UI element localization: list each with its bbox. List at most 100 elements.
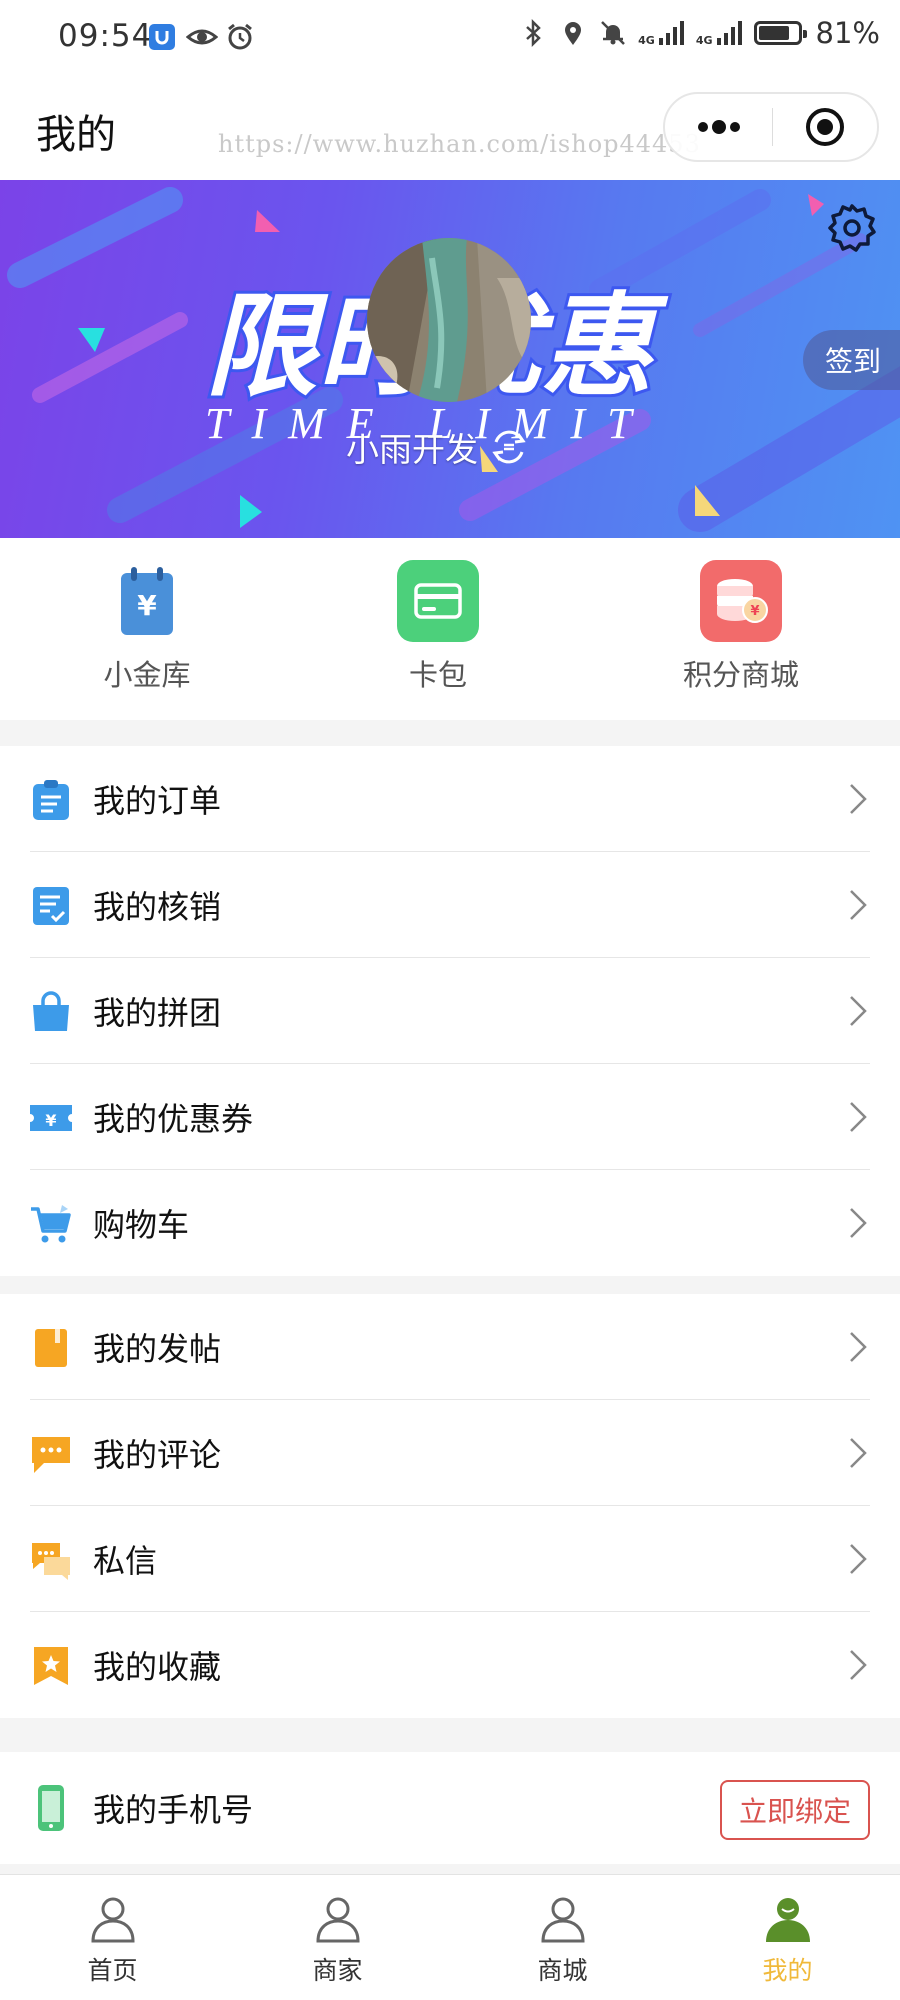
status-bar: 09:54 4G 4G 81% <box>0 0 900 80</box>
menu-row-verification[interactable]: 我的核销 <box>0 852 900 958</box>
svg-text:¥: ¥ <box>750 604 759 619</box>
verification-doc-icon <box>33 887 69 925</box>
bottom-tab-bar: 首页 商家 商城 我的 <box>0 1874 900 2000</box>
eye-icon <box>186 29 218 45</box>
bluetooth-icon <box>526 18 541 48</box>
signal-bars-icon <box>658 21 684 45</box>
tab-home[interactable]: 首页 <box>0 1875 225 2000</box>
network-type-2: 4G <box>695 34 713 47</box>
vault-icon-graphic: ¥ <box>121 567 173 635</box>
quick-entry-card-wallet[interactable]: 卡包 <box>338 560 538 694</box>
avatar[interactable] <box>367 238 531 402</box>
menu-row-group-buy[interactable]: 我的拼团 <box>0 958 900 1064</box>
location-icon <box>565 22 582 45</box>
card-icon-graphic <box>414 583 462 619</box>
chevron-right-icon <box>850 890 867 920</box>
menu-row-phone[interactable]: 我的手机号 立即绑定 <box>0 1752 900 1864</box>
signal-2: 4G <box>696 20 744 46</box>
menu-row-label: 我的评论 <box>93 1436 222 1474</box>
nickname-row[interactable]: 小雨开发 <box>346 423 530 471</box>
page-title: 我的 <box>36 112 116 158</box>
quick-entry-label: 积分商城 <box>682 658 799 692</box>
order-clipboard-icon <box>33 780 69 820</box>
phone-section: 我的手机号 立即绑定 <box>0 1752 900 1864</box>
tab-mine[interactable]: 我的 <box>675 1875 900 2000</box>
tab-label: 商城 <box>537 1956 588 1985</box>
quick-entry-label: 小金库 <box>103 658 191 692</box>
nickname: 小雨开发 <box>346 430 478 469</box>
alarm-icon <box>228 23 252 50</box>
tab-merchant[interactable]: 商家 <box>225 1875 450 2000</box>
mobile-phone-icon <box>38 1785 64 1831</box>
profile-page: 09:54 4G 4G 81% 我的 https://www.huzhan.co… <box>0 0 900 2000</box>
points-mall-icon: ¥ <box>700 560 782 642</box>
chevron-right-icon <box>850 996 867 1026</box>
order-section: 我的订单 我的核销 我的拼团 ¥ 我的优惠券 购物车 <box>0 746 900 1276</box>
checkin-button[interactable]: 签到 <box>803 330 900 390</box>
target-circle-icon <box>806 108 844 146</box>
vault-icon: ¥ <box>106 560 188 642</box>
mall-person-icon <box>540 1897 585 1943</box>
menu-row-label: 我的核销 <box>93 888 222 926</box>
tab-label: 商家 <box>312 1956 363 1985</box>
mute-bell-icon <box>601 21 626 45</box>
menu-row-label: 我的优惠券 <box>93 1100 254 1138</box>
menu-row-private-messages[interactable]: 私信 <box>0 1506 900 1612</box>
status-time: 09:54 <box>58 18 153 54</box>
network-type-1: 4G <box>638 34 655 47</box>
chevron-right-icon <box>850 1438 867 1468</box>
battery-icon <box>753 21 807 45</box>
bind-phone-button[interactable]: 立即绑定 <box>720 1780 870 1840</box>
post-book-icon <box>35 1329 67 1367</box>
battery-percent: 81% <box>815 16 880 50</box>
profile-banner: 限时优惠 TIME LIMIT 小雨开发 <box>0 180 900 538</box>
app-notification-icon <box>149 24 175 50</box>
tab-mall[interactable]: 商城 <box>450 1875 675 2000</box>
community-section: 我的发帖 我的评论 私信 我的收藏 <box>0 1294 900 1718</box>
watermark: https://www.huzhan.com/ishop44453 <box>218 130 701 158</box>
comment-bubble-icon <box>32 1437 70 1473</box>
menu-row-label: 我的订单 <box>93 782 222 820</box>
menu-row-favorites[interactable]: 我的收藏 <box>0 1612 900 1718</box>
menu-row-label: 我的手机号 <box>93 1791 254 1829</box>
signal-bars-icon <box>716 21 742 45</box>
favorite-bookmark-icon <box>34 1647 68 1685</box>
coins-icon-graphic: ¥ <box>717 579 768 623</box>
tab-label: 我的 <box>762 1956 813 1985</box>
quick-entries: ¥ 小金库 卡包 ¥ 积分商城 <box>0 538 900 720</box>
menu-row-label: 我的发帖 <box>93 1330 222 1368</box>
menu-row-comments[interactable]: 我的评论 <box>0 1400 900 1506</box>
menu-row-label: 我的拼团 <box>93 994 222 1032</box>
home-person-icon <box>90 1897 135 1943</box>
menu-row-orders[interactable]: 我的订单 <box>0 746 900 852</box>
more-button[interactable] <box>665 94 772 160</box>
chevron-right-icon <box>850 784 867 814</box>
avatar-image <box>367 238 531 402</box>
shopping-cart-icon <box>31 1205 71 1243</box>
menu-row-coupons[interactable]: ¥ 我的优惠券 <box>0 1064 900 1170</box>
chevron-right-icon <box>850 1332 867 1362</box>
chevron-right-icon <box>850 1544 867 1574</box>
chevron-right-icon <box>850 1102 867 1132</box>
quick-entry-points-mall[interactable]: ¥ 积分商城 <box>641 560 841 694</box>
menu-row-label: 我的收藏 <box>93 1648 222 1686</box>
menu-row-posts[interactable]: 我的发帖 <box>0 1294 900 1400</box>
group-buy-bag-icon <box>33 991 69 1031</box>
close-mini-program-button[interactable] <box>773 94 877 160</box>
menu-row-label: 私信 <box>93 1542 158 1580</box>
merchant-person-icon <box>315 1897 360 1943</box>
switch-account-icon[interactable] <box>488 426 530 468</box>
quick-entry-label: 卡包 <box>408 658 467 692</box>
menu-row-label: 购物车 <box>93 1206 190 1244</box>
settings-button[interactable] <box>826 202 878 254</box>
chevron-right-icon <box>850 1208 867 1238</box>
battery-level <box>758 26 790 40</box>
gear-icon <box>828 204 876 252</box>
svg-text:¥: ¥ <box>137 589 157 622</box>
chevron-right-icon <box>850 1650 867 1680</box>
status-icons: 4G 4G 81% <box>518 16 880 50</box>
quick-entry-vault[interactable]: ¥ 小金库 <box>47 560 247 694</box>
menu-row-cart[interactable]: 购物车 <box>0 1170 900 1276</box>
mine-person-icon <box>765 1898 810 1942</box>
coupon-ticket-icon: ¥ <box>30 1105 72 1131</box>
